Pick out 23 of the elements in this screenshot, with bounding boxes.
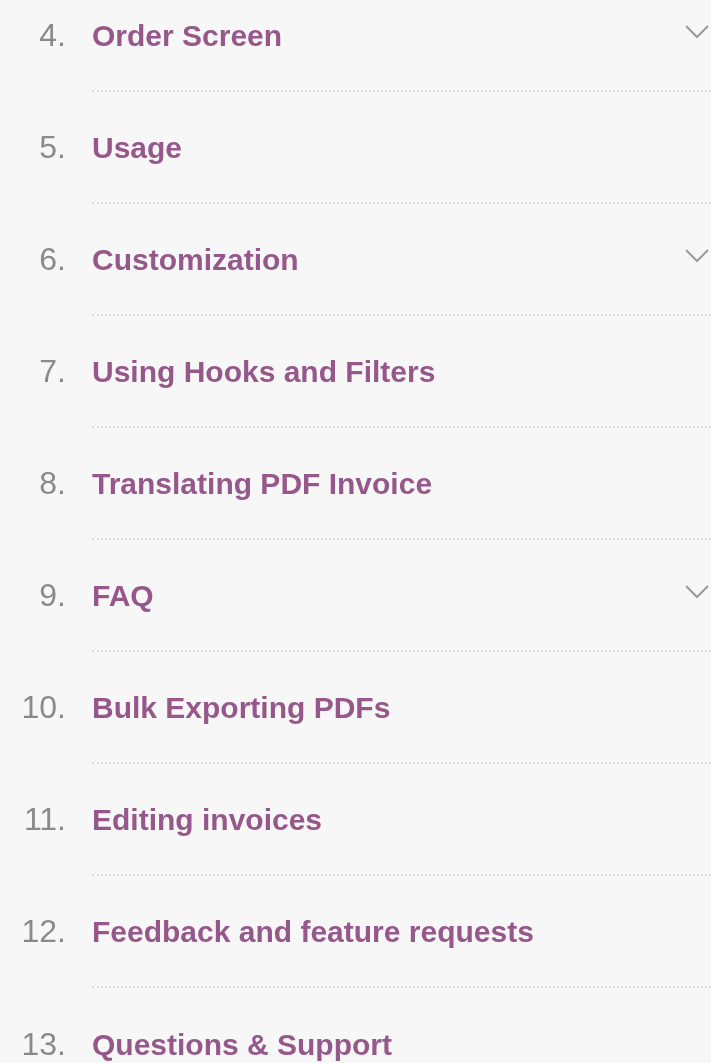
toc-link[interactable]: Usage bbox=[92, 124, 183, 170]
toc-link[interactable]: Editing invoices bbox=[92, 796, 323, 842]
toc-link[interactable]: Bulk Exporting PDFs bbox=[92, 684, 391, 730]
item-number: 12. bbox=[20, 912, 67, 951]
toc-link[interactable]: Questions & Support bbox=[92, 1021, 392, 1063]
chevron-down-icon[interactable] bbox=[685, 249, 709, 263]
item-number: 11. bbox=[22, 800, 67, 839]
item-number: 13. bbox=[20, 1025, 67, 1063]
item-number: 4. bbox=[38, 16, 67, 55]
chevron-down-icon[interactable] bbox=[685, 25, 709, 39]
toc-link[interactable]: Using Hooks and Filters bbox=[92, 348, 436, 394]
item-number: 7. bbox=[38, 352, 67, 391]
item-number: 5. bbox=[38, 128, 67, 167]
toc-link[interactable]: Feedback and feature requests bbox=[92, 908, 534, 954]
item-number: 8. bbox=[38, 464, 67, 503]
toc-link[interactable]: Order Screen bbox=[92, 12, 283, 58]
toc-link[interactable]: FAQ bbox=[92, 572, 154, 618]
item-number: 10. bbox=[20, 688, 67, 727]
toc-link[interactable]: Translating PDF Invoice bbox=[92, 460, 433, 506]
toc-link[interactable]: Customization bbox=[92, 236, 299, 282]
item-number: 9. bbox=[38, 576, 67, 615]
item-number: 6. bbox=[38, 240, 67, 279]
chevron-down-icon[interactable] bbox=[685, 585, 709, 599]
